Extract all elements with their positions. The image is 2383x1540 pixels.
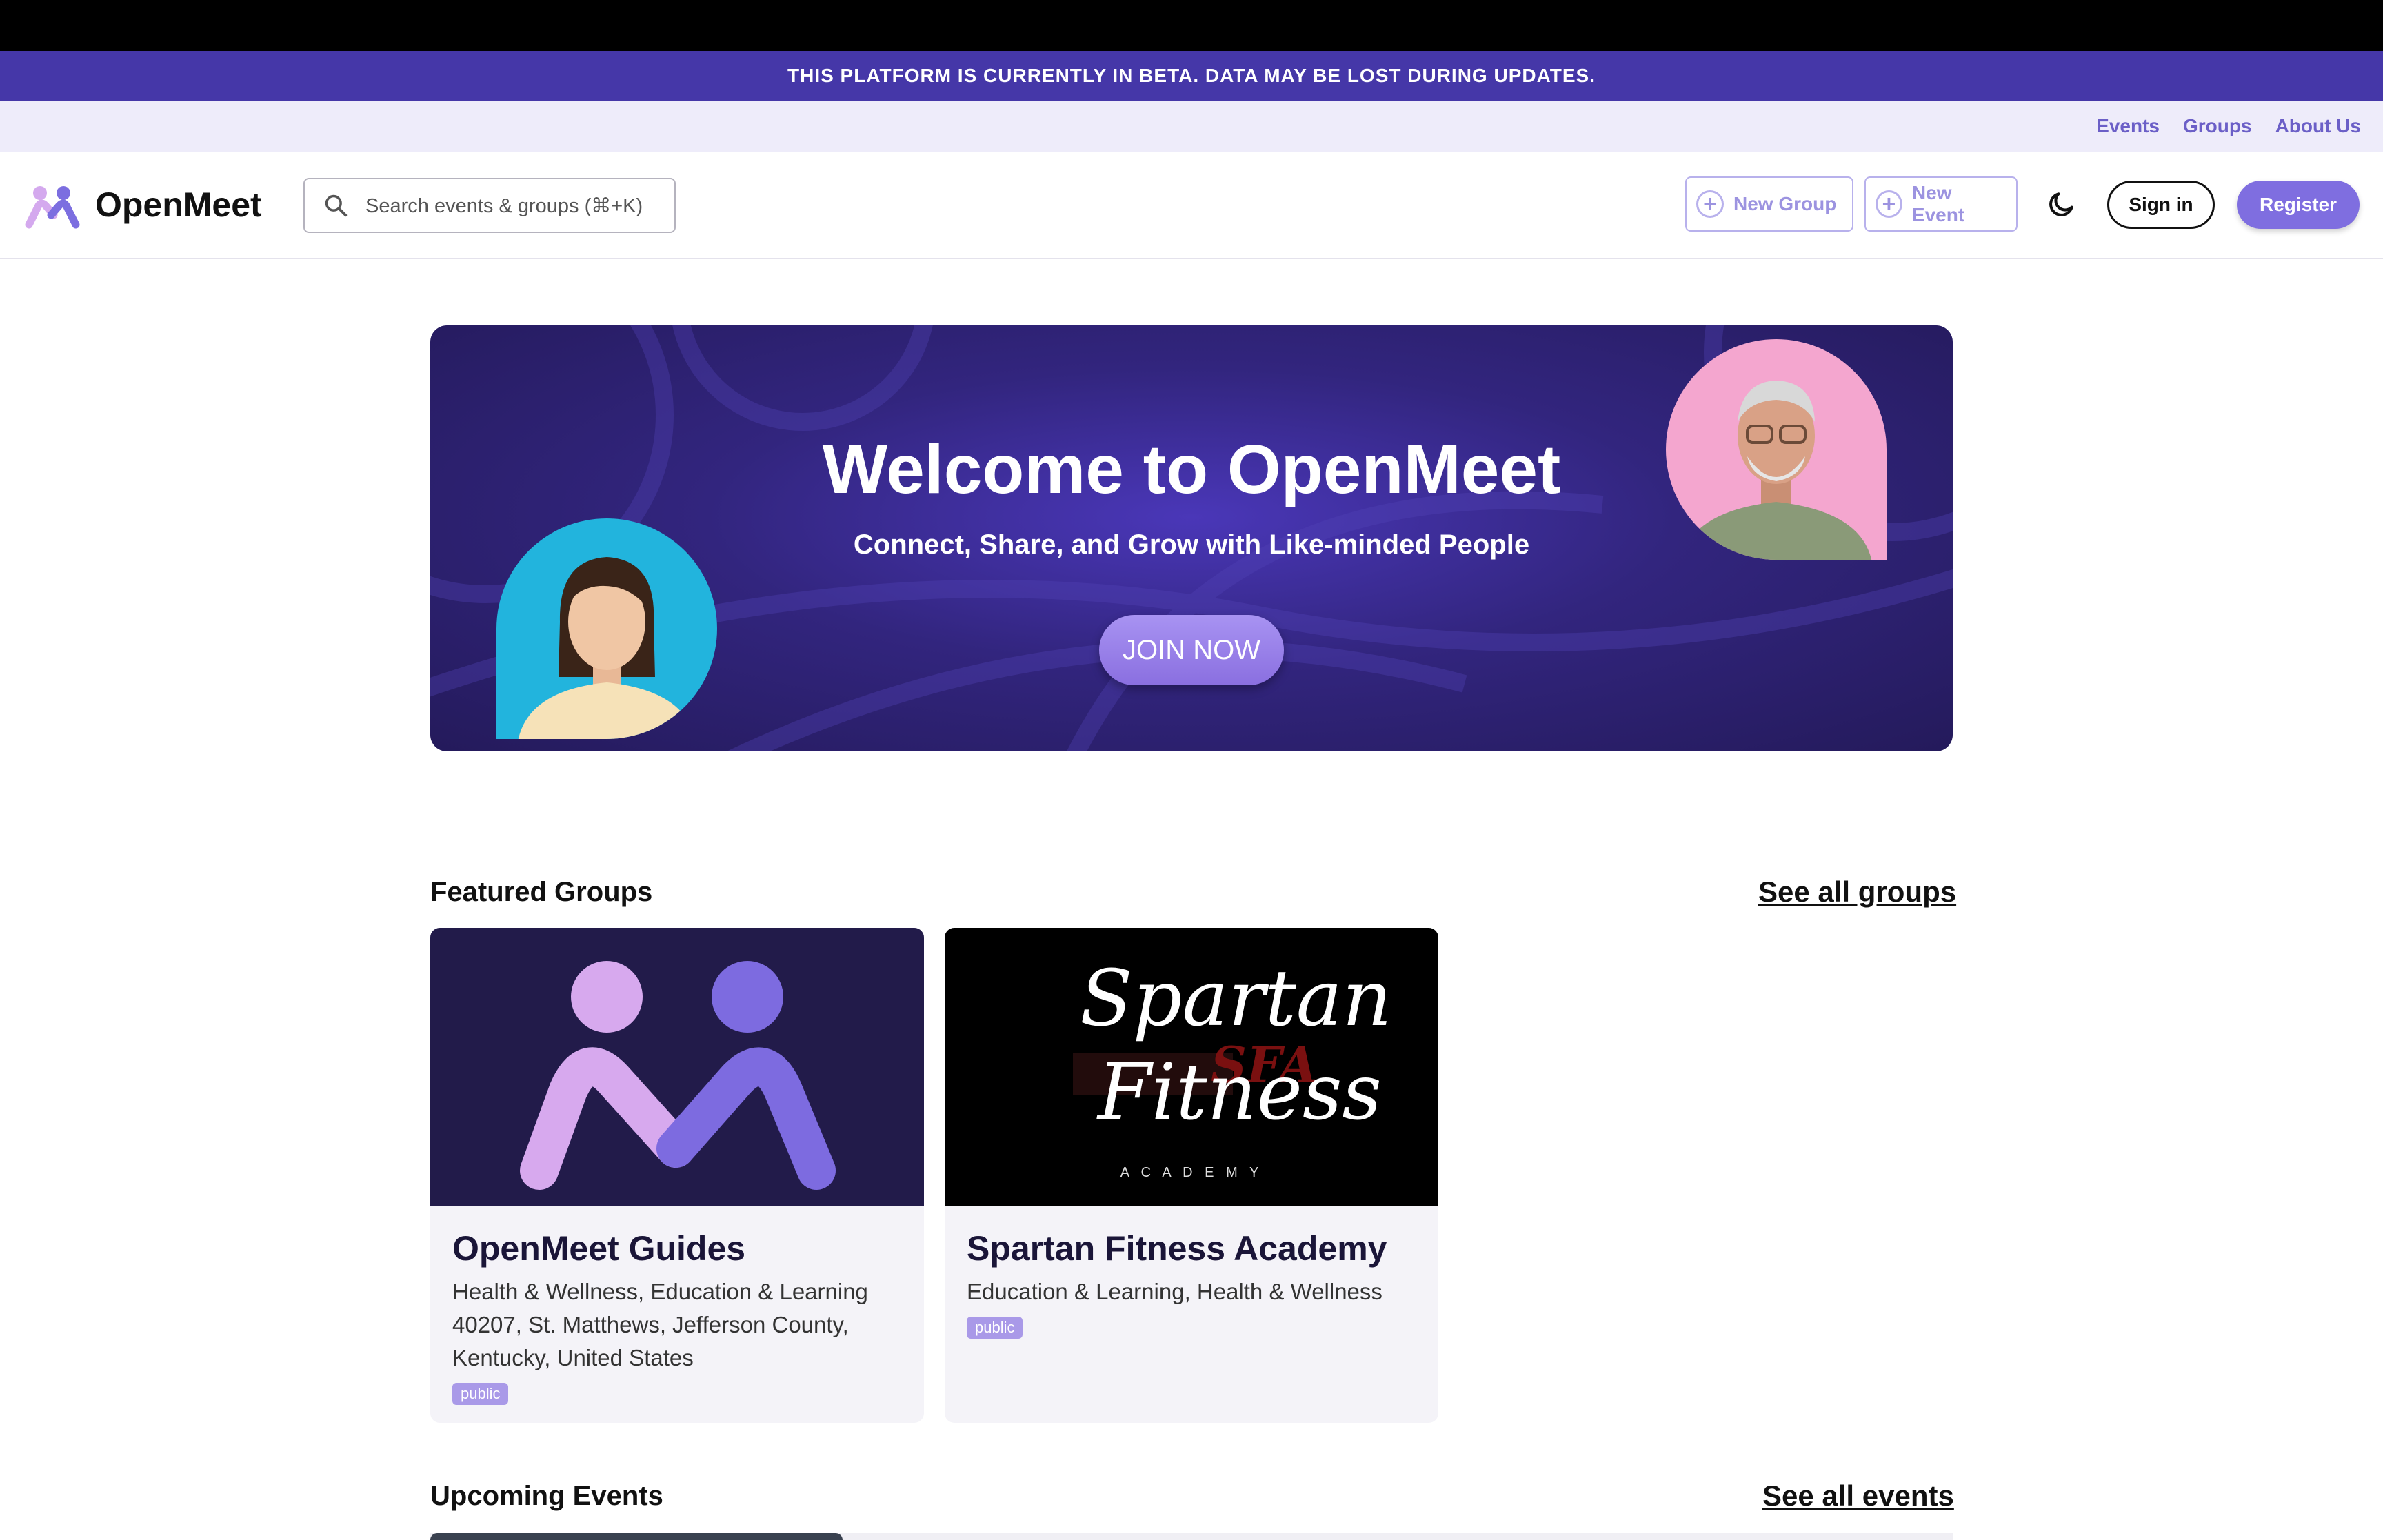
search-input[interactable]: Search events & groups (⌘+K) bbox=[303, 178, 676, 233]
new-group-label: New Group bbox=[1733, 193, 1837, 214]
hero-subtitle: Connect, Share, and Grow with Like-minde… bbox=[853, 529, 1530, 560]
nav-link-events[interactable]: Events bbox=[2096, 115, 2160, 137]
plus-circle-icon: + bbox=[1876, 190, 1902, 218]
brand-name[interactable]: OpenMeet bbox=[95, 185, 262, 225]
upcoming-events-list bbox=[430, 1533, 1953, 1540]
beta-banner-text: THIS PLATFORM IS CURRENTLY IN BETA. DATA… bbox=[787, 65, 1596, 86]
search-icon bbox=[325, 194, 348, 217]
new-event-button[interactable]: + New Event bbox=[1864, 176, 2018, 232]
dark-mode-toggle-icon[interactable] bbox=[2047, 189, 2077, 219]
search-placeholder: Search events & groups (⌘+K) bbox=[365, 194, 643, 217]
spartan-script: Spartan bbox=[1080, 954, 1392, 1044]
top-black-bar bbox=[0, 0, 2383, 51]
upcoming-events-heading: Upcoming Events bbox=[430, 1481, 663, 1511]
openmeet-logo-icon[interactable] bbox=[23, 183, 81, 229]
group-categories: Education & Learning, Health & Wellness bbox=[967, 1279, 1382, 1304]
plus-circle-icon: + bbox=[1696, 190, 1724, 218]
group-card-openmeet-guides[interactable]: OpenMeet Guides Health & Wellness, Educa… bbox=[430, 928, 924, 1423]
group-categories: Health & Wellness, Education & Learning bbox=[452, 1279, 868, 1304]
group-title[interactable]: OpenMeet Guides bbox=[452, 1228, 745, 1268]
spartan-fitness-image: SFA Spartan Fitness A C A D E M Y bbox=[945, 928, 1438, 1206]
group-card-spartan-fitness-academy[interactable]: SFA Spartan Fitness A C A D E M Y Sparta… bbox=[945, 928, 1438, 1423]
event-card-image[interactable] bbox=[430, 1533, 843, 1540]
group-location: 40207, St. Matthews, Jefferson County, K… bbox=[452, 1312, 849, 1370]
hero-banner: Welcome to OpenMeet Connect, Share, and … bbox=[430, 325, 1953, 751]
new-group-button[interactable]: + New Group bbox=[1685, 176, 1853, 232]
see-all-groups-link[interactable]: See all groups bbox=[1758, 875, 1956, 909]
group-details: Education & Learning, Health & Wellness … bbox=[967, 1275, 1422, 1341]
register-button[interactable]: Register bbox=[2237, 181, 2360, 229]
nav-link-about-us[interactable]: About Us bbox=[2275, 115, 2361, 137]
academy-text: A C A D E M Y bbox=[1120, 1165, 1263, 1180]
visibility-badge: public bbox=[967, 1317, 1023, 1339]
secondary-nav: Events Groups About Us bbox=[0, 101, 2383, 152]
join-now-button[interactable]: JOIN NOW bbox=[1099, 615, 1284, 685]
fitness-script: Fitness bbox=[1098, 1048, 1382, 1137]
openmeet-group-image bbox=[430, 928, 924, 1206]
featured-groups-heading: Featured Groups bbox=[430, 877, 653, 907]
visibility-badge: public bbox=[452, 1383, 509, 1405]
nav-link-groups[interactable]: Groups bbox=[2183, 115, 2252, 137]
see-all-events-link[interactable]: See all events bbox=[1762, 1479, 1954, 1512]
group-details: Health & Wellness, Education & Learning … bbox=[452, 1275, 907, 1408]
header: OpenMeet Search events & groups (⌘+K) + … bbox=[0, 152, 2383, 259]
new-event-label: New Event bbox=[1911, 182, 1965, 225]
hero-title: Welcome to OpenMeet bbox=[822, 431, 1561, 508]
sign-in-button[interactable]: Sign in bbox=[2107, 181, 2215, 229]
group-title[interactable]: Spartan Fitness Academy bbox=[967, 1228, 1387, 1268]
beta-banner: THIS PLATFORM IS CURRENTLY IN BETA. DATA… bbox=[0, 51, 2383, 101]
